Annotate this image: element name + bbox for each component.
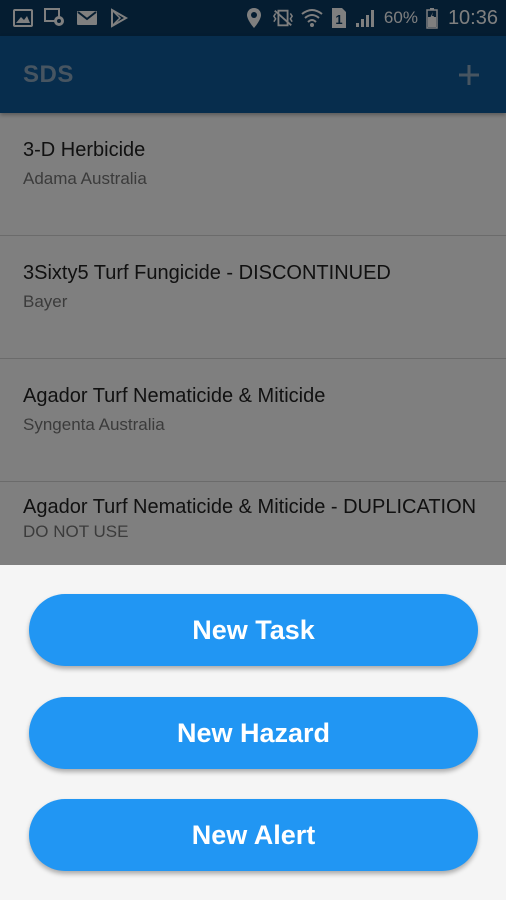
- modal-scrim[interactable]: [0, 0, 506, 565]
- new-hazard-button[interactable]: New Hazard: [29, 697, 478, 769]
- action-bottom-sheet: New Task New Hazard New Alert: [0, 565, 506, 900]
- new-task-button[interactable]: New Task: [29, 594, 478, 666]
- new-alert-button[interactable]: New Alert: [29, 799, 478, 871]
